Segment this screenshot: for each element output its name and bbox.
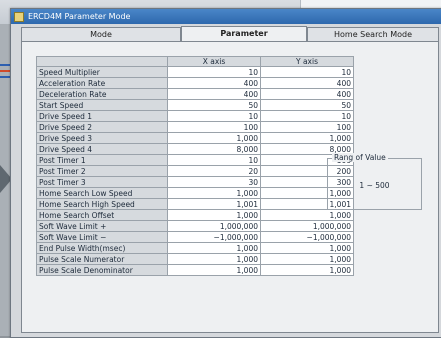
table-row: Post Timer 2 20 200 bbox=[36, 165, 354, 177]
y-axis-value-cell[interactable]: 1,000 bbox=[260, 209, 354, 221]
parameter-panel: X axis Y axis Speed Multiplier 10 10 Accele… bbox=[21, 41, 439, 333]
range-of-value-group: Rang of Value 1 ~ 500 bbox=[327, 153, 422, 210]
y-axis-value-cell[interactable]: 50 bbox=[260, 99, 354, 111]
x-axis-value-cell[interactable]: 1,000 bbox=[167, 187, 261, 199]
table-row: Drive Speed 4 8,000 8,000 bbox=[36, 143, 354, 155]
table-row: Home Search Low Speed 1,000 1,000 bbox=[36, 187, 354, 199]
x-axis-value-cell[interactable]: 1,001 bbox=[167, 198, 261, 210]
tab-mode[interactable]: Mode bbox=[21, 27, 181, 41]
x-axis-value-cell[interactable]: 20 bbox=[167, 165, 261, 177]
tab-home-search-mode[interactable]: Home Search Mode bbox=[307, 27, 439, 41]
y-axis-value-cell[interactable]: 10 bbox=[260, 110, 354, 122]
y-axis-value-cell[interactable]: −1,000,000 bbox=[260, 231, 354, 243]
x-axis-value-cell[interactable]: 1,000 bbox=[167, 132, 261, 144]
window-title: ERCD4M Parameter Mode bbox=[28, 12, 131, 21]
table-header-row: X axis Y axis bbox=[36, 56, 354, 67]
x-axis-value-cell[interactable]: 8,000 bbox=[167, 143, 261, 155]
x-axis-value-cell[interactable]: 30 bbox=[167, 176, 261, 188]
table-row: Pulse Scale Numerator 1,000 1,000 bbox=[36, 253, 354, 265]
table-row: Soft Wave Limit +1,000,000 1,000,000 bbox=[36, 220, 354, 232]
app-icon bbox=[14, 11, 24, 22]
table-row: Post Timer 3 30 300 bbox=[36, 176, 354, 188]
table-row: Drive Speed 2 100 100 bbox=[36, 121, 354, 133]
parameter-label: End Pulse Width(msec) bbox=[36, 242, 168, 254]
table-row: Drive Speed 1 10 10 bbox=[36, 110, 354, 122]
table-row: Drive Speed 3 1,000 1,000 bbox=[36, 132, 354, 144]
x-axis-value-cell[interactable]: 10 bbox=[167, 110, 261, 122]
table-row: Deceleration Rate 400 400 bbox=[36, 88, 354, 100]
parameter-label: Home Search Low Speed bbox=[36, 187, 168, 199]
table-row: Post Timer 110100 bbox=[36, 154, 354, 166]
y-axis-value-cell[interactable]: 10 bbox=[260, 66, 354, 78]
y-axis-value-cell[interactable]: 100 bbox=[260, 121, 354, 133]
y-axis-value-cell[interactable]: 1,000,000 bbox=[260, 220, 354, 232]
title-bar[interactable]: ERCD4M Parameter Mode bbox=[11, 9, 441, 24]
table-row: Soft Wave Limit − −1,000,000 −1,000,000 bbox=[36, 231, 354, 243]
y-axis-value-cell[interactable]: 1,000 bbox=[260, 264, 354, 276]
parameter-label: Soft Wave Limit + bbox=[36, 220, 168, 232]
y-axis-value-cell[interactable]: 1,000 bbox=[260, 242, 354, 254]
parameter-label: Soft Wave Limit − bbox=[36, 231, 168, 243]
parameter-label: Start Speed bbox=[36, 99, 168, 111]
table-row: Acceleration Rate 400 400 bbox=[36, 77, 354, 89]
column-header-x-axis: X axis bbox=[167, 56, 261, 67]
parameter-label: Pulse Scale Denominator bbox=[36, 264, 168, 276]
x-axis-value-cell[interactable]: −1,000,000 bbox=[167, 231, 261, 243]
parameter-label: Post Timer 2 bbox=[36, 165, 168, 177]
table-row: Pulse Scale Denominator 1,000 1,000 bbox=[36, 264, 354, 276]
table-row: End Pulse Width(msec) 1,000 1,000 bbox=[36, 242, 354, 254]
parameter-label: Speed Multiplier bbox=[36, 66, 168, 78]
x-axis-value-cell[interactable]: 1,000 bbox=[167, 242, 261, 254]
x-axis-value-cell[interactable]: 10 bbox=[167, 154, 261, 166]
parameter-table: X axis Y axis Speed Multiplier 10 10 Accele… bbox=[36, 56, 354, 276]
parameter-label: Post Timer 1 bbox=[36, 154, 168, 166]
table-row: Speed Multiplier 10 10 bbox=[36, 66, 354, 78]
y-axis-value-cell[interactable]: 400 bbox=[260, 88, 354, 100]
x-axis-value-cell[interactable]: 1,000 bbox=[167, 253, 261, 265]
parameter-label: Drive Speed 2 bbox=[36, 121, 168, 133]
parameter-label: Drive Speed 1 bbox=[36, 110, 168, 122]
x-axis-value-cell[interactable]: 400 bbox=[167, 77, 261, 89]
tab-strip: Mode Parameter Home Search Mode bbox=[21, 26, 441, 42]
parameter-label: Drive Speed 4 bbox=[36, 143, 168, 155]
table-row: Home Search High Speed 1,001 1,001 bbox=[36, 198, 354, 210]
range-of-value-label: Rang of Value bbox=[332, 153, 388, 162]
x-axis-value-cell[interactable]: 1,000 bbox=[167, 209, 261, 221]
parameter-label: Drive Speed 3 bbox=[36, 132, 168, 144]
x-axis-value-cell[interactable]: 1,000,000 bbox=[167, 220, 261, 232]
y-axis-value-cell[interactable]: 1,000 bbox=[260, 132, 354, 144]
table-row: Start Speed 50 50 bbox=[36, 99, 354, 111]
parameter-label: Post Timer 3 bbox=[36, 176, 168, 188]
y-axis-value-cell[interactable]: 400 bbox=[260, 77, 354, 89]
parameter-label: Pulse Scale Numerator bbox=[36, 253, 168, 265]
x-axis-value-cell[interactable]: 400 bbox=[167, 88, 261, 100]
x-axis-value-cell[interactable]: 100 bbox=[167, 121, 261, 133]
tab-parameter[interactable]: Parameter bbox=[181, 26, 307, 42]
x-axis-value-cell[interactable]: 1,000 bbox=[167, 264, 261, 276]
table-row: Home Search Offset 1,000 1,000 bbox=[36, 209, 354, 221]
range-of-value-text: 1 ~ 500 bbox=[359, 181, 390, 190]
parameter-label: Acceleration Rate bbox=[36, 77, 168, 89]
x-axis-value-cell[interactable]: 50 bbox=[167, 99, 261, 111]
parameter-label: Deceleration Rate bbox=[36, 88, 168, 100]
table-corner bbox=[36, 56, 168, 67]
y-axis-value-cell[interactable]: 1,000 bbox=[260, 253, 354, 265]
parameter-label: Home Search Offset bbox=[36, 209, 168, 221]
parameter-window: ERCD4M Parameter Mode Mode Parameter Hom… bbox=[10, 8, 441, 338]
column-header-y-axis: Y axis bbox=[260, 56, 354, 67]
x-axis-value-cell[interactable]: 10 bbox=[167, 66, 261, 78]
parameter-label: Home Search High Speed bbox=[36, 198, 168, 210]
